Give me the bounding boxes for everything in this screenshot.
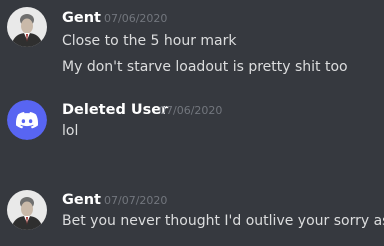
chat-message-list: Gent 07/06/2020 Close to the 5 hour mark…: [0, 0, 384, 246]
user-portrait-icon: [7, 190, 47, 230]
message-timestamp: 07/06/2020: [159, 104, 223, 117]
message-timestamp: 07/06/2020: [104, 12, 168, 25]
message-author[interactable]: Gent: [62, 191, 101, 209]
message-text: Close to the 5 hour mark: [62, 33, 237, 49]
discord-logo-icon: [7, 100, 47, 140]
message-timestamp: 07/07/2020: [104, 194, 168, 207]
user-avatar[interactable]: [7, 190, 47, 230]
message-text: Bet you never thought I'd outlive your s…: [62, 213, 384, 229]
message-text: My don't starve loadout is pretty shit t…: [62, 59, 348, 75]
message-author[interactable]: Deleted User: [62, 101, 168, 119]
deleted-user-avatar[interactable]: [7, 100, 47, 140]
user-avatar[interactable]: [7, 7, 47, 47]
message-author[interactable]: Gent: [62, 9, 101, 27]
user-portrait-icon: [7, 7, 47, 47]
message-text: lol: [62, 123, 79, 139]
